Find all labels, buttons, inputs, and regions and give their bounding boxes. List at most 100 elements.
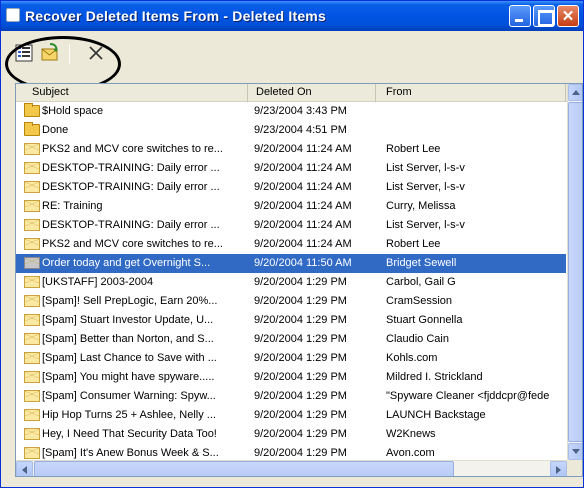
list-item[interactable]: DESKTOP-TRAINING: Daily error ... 9/20/20… (16, 159, 566, 178)
mail-icon (24, 390, 40, 402)
folder-icon (24, 103, 40, 117)
item-subject: DESKTOP-TRAINING: Daily error ... (42, 162, 220, 174)
list-item[interactable]: $Hold space 9/23/2004 3:43 PM (16, 102, 566, 121)
scroll-right-arrow-icon (556, 466, 561, 474)
item-from: Robert Lee (386, 143, 441, 155)
item-from: W2Knews (386, 428, 436, 440)
item-deleted-on: 9/20/2004 1:29 PM (254, 352, 347, 364)
maximize-button[interactable] (533, 5, 555, 27)
list-item[interactable]: [Spam] You might have spyware..... 9/20/2… (16, 368, 566, 387)
list-item[interactable]: Order today and get Overnight S... 9/20/2… (16, 254, 566, 273)
mail-icon (24, 181, 40, 193)
item-subject: [Spam] Last Chance to Save with ... (42, 352, 217, 364)
scroll-up-button[interactable] (568, 84, 582, 101)
list-item[interactable]: PKS2 and MCV core switches to re... 9/20/… (16, 140, 566, 159)
item-from: Stuart Gonnella (386, 314, 463, 326)
mail-icon (24, 409, 40, 421)
list-item[interactable]: [Spam] Consumer Warning: Spyw... 9/20/200… (16, 387, 566, 406)
item-subject: [Spam] Consumer Warning: Spyw... (42, 390, 216, 402)
item-deleted-on: 9/20/2004 1:29 PM (254, 371, 347, 383)
item-from: Kohls.com (386, 352, 438, 364)
mail-icon (24, 314, 40, 326)
item-from: "Spyware Cleaner <fjddcpr@fede (386, 390, 550, 402)
list-item[interactable]: PKS2 and MCV core switches to re... 9/20/… (16, 235, 566, 254)
mail-icon (24, 371, 40, 383)
scroll-left-button[interactable] (16, 461, 33, 476)
mail-icon (24, 162, 40, 174)
item-from: CramSession (386, 295, 453, 307)
column-header-from[interactable]: From (376, 84, 566, 102)
list-item[interactable]: RE: Training 9/20/2004 11:24 AM Curry, Mel… (16, 197, 566, 216)
vertical-scrollbar[interactable] (567, 84, 582, 460)
item-subject: [Spam] Stuart Investor Update, U... (42, 314, 214, 326)
item-subject: [Spam] You might have spyware..... (42, 371, 215, 383)
list-rows: $Hold space 9/23/2004 3:43 PM Done 9/23/200… (16, 102, 566, 463)
vertical-scroll-thumb[interactable] (568, 102, 582, 442)
item-subject: PKS2 and MCV core switches to re... (42, 238, 223, 250)
scroll-down-button[interactable] (568, 443, 582, 460)
item-subject: RE: Training (42, 200, 103, 212)
item-deleted-on: 9/20/2004 1:29 PM (254, 276, 347, 288)
item-from: Carbol, Gail G (386, 276, 456, 288)
item-deleted-on: 9/23/2004 4:51 PM (254, 124, 347, 136)
horizontal-scroll-thumb[interactable] (34, 461, 454, 476)
item-deleted-on: 9/20/2004 11:24 AM (254, 143, 352, 155)
item-from: List Server, l-s-v (386, 181, 465, 193)
item-subject: Done (42, 124, 69, 136)
mail-icon (24, 200, 40, 212)
window-app-icon (6, 8, 20, 22)
item-subject: [Spam]! Sell PrepLogic, Earn 20%... (42, 295, 218, 307)
item-subject: [UKSTAFF] 2003-2004 (42, 276, 154, 288)
scroll-down-arrow-icon (572, 449, 580, 454)
scroll-right-button[interactable] (550, 461, 567, 476)
close-icon: ✕ (561, 8, 575, 25)
column-header-deleted-on[interactable]: Deleted On (248, 84, 376, 102)
list-item[interactable]: Hip Hop Turns 25 + Ashlee, Nelly ... 9/20… (16, 406, 566, 425)
mail-icon (24, 238, 40, 250)
item-subject: DESKTOP-TRAINING: Daily error ... (42, 181, 220, 193)
list-item[interactable]: [UKSTAFF] 2003-2004 9/20/2004 1:29 PM Carb… (16, 273, 566, 292)
list-item[interactable]: [Spam] Better than Norton, and S... 9/20/… (16, 330, 566, 349)
horizontal-scrollbar[interactable] (16, 460, 567, 476)
list-item[interactable]: [Spam]! Sell PrepLogic, Earn 20%... 9/20/… (16, 292, 566, 311)
mail-icon (24, 143, 40, 155)
deleted-items-list[interactable]: Subject Deleted On From $Hold space 9/23/… (15, 83, 583, 477)
item-deleted-on: 9/20/2004 11:24 AM (254, 200, 352, 212)
item-deleted-on: 9/20/2004 1:29 PM (254, 333, 347, 345)
column-header: Subject Deleted On From (16, 84, 582, 102)
item-deleted-on: 9/20/2004 1:29 PM (254, 390, 347, 402)
resize-grip[interactable] (567, 460, 582, 476)
item-deleted-on: 9/20/2004 11:24 AM (254, 219, 352, 231)
list-item[interactable]: Hey, I Need That Security Data Too! 9/20/… (16, 425, 566, 444)
scroll-left-arrow-icon (22, 466, 27, 474)
item-from: Bridget Sewell (386, 257, 457, 269)
list-item[interactable]: DESKTOP-TRAINING: Daily error ... 9/20/20… (16, 216, 566, 235)
close-button[interactable]: ✕ (557, 5, 579, 27)
item-deleted-on: 9/20/2004 11:24 AM (254, 181, 352, 193)
list-item[interactable]: Done 9/23/2004 4:51 PM (16, 121, 566, 140)
list-item[interactable]: [Spam] Stuart Investor Update, U... 9/20/… (16, 311, 566, 330)
item-deleted-on: 9/20/2004 1:29 PM (254, 428, 347, 440)
item-subject: $Hold space (42, 105, 104, 117)
item-subject: PKS2 and MCV core switches to re... (42, 143, 223, 155)
mail-icon (24, 428, 40, 440)
item-deleted-on: 9/20/2004 1:29 PM (254, 314, 347, 326)
title-bar[interactable]: Recover Deleted Items From - Deleted Ite… (1, 1, 583, 31)
folder-icon (24, 122, 40, 136)
minimize-button[interactable] (509, 5, 531, 27)
item-deleted-on: 9/20/2004 11:24 AM (254, 238, 352, 250)
mail-icon (24, 333, 40, 345)
toolbar (1, 32, 583, 92)
item-subject: [Spam] Better than Norton, and S... (42, 333, 214, 345)
column-header-subject[interactable]: Subject (16, 84, 248, 102)
list-item[interactable]: DESKTOP-TRAINING: Daily error ... 9/20/20… (16, 178, 566, 197)
mail-icon (24, 447, 40, 459)
item-deleted-on: 9/20/2004 1:29 PM (254, 409, 347, 421)
list-item[interactable]: [Spam] Last Chance to Save with ... 9/20/… (16, 349, 566, 368)
item-subject: Hip Hop Turns 25 + Ashlee, Nelly ... (42, 409, 216, 421)
item-subject: Order today and get Overnight S... (42, 257, 211, 269)
item-deleted-on: 9/20/2004 11:50 AM (254, 257, 352, 269)
item-from: Curry, Melissa (386, 200, 456, 212)
item-from: List Server, l-s-v (386, 219, 465, 231)
item-from: List Server, l-s-v (386, 162, 465, 174)
